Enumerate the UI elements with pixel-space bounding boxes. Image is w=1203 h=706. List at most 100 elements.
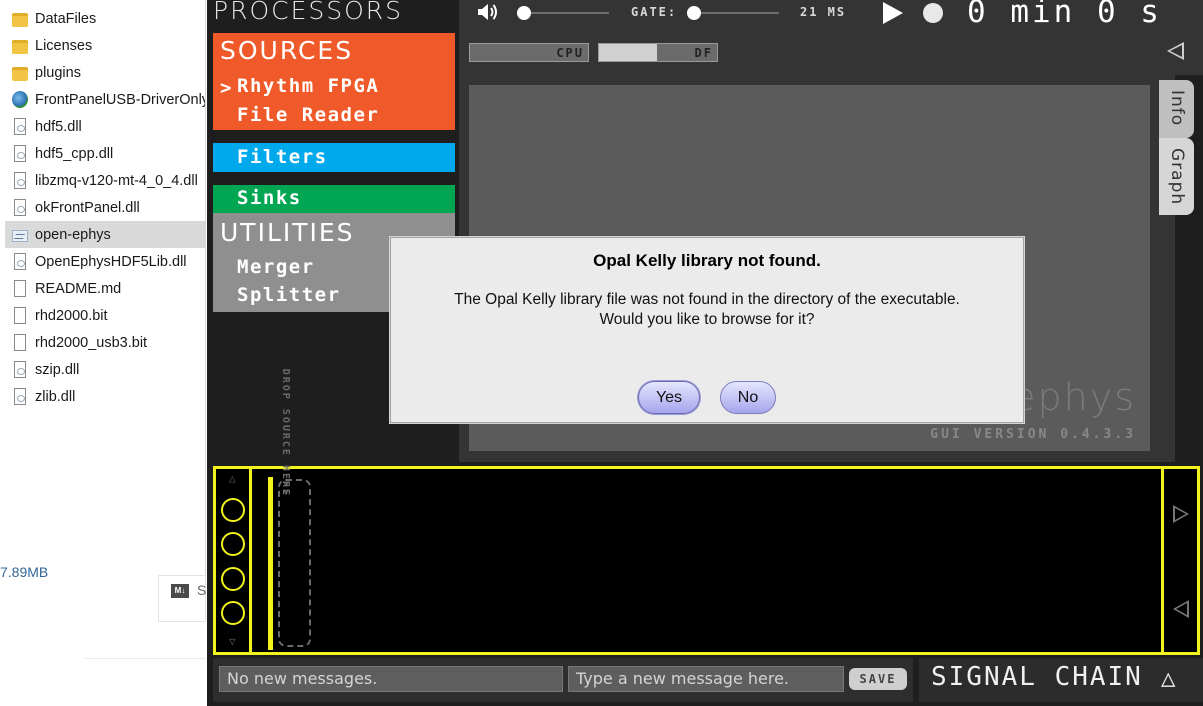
scroll-down-icon[interactable]: ▽ xyxy=(229,635,236,648)
dll-file-icon xyxy=(14,388,26,405)
file-name: plugins xyxy=(35,64,81,81)
drop-source-arrows: >> xyxy=(280,481,291,498)
background-window-fragment: M↓ S xyxy=(158,575,206,622)
dll-file-icon xyxy=(14,253,26,270)
file-name: rhd2000.bit xyxy=(35,307,108,324)
sinks-header[interactable]: Sinks xyxy=(237,187,302,209)
file-name: hdf5.dll xyxy=(35,118,82,135)
divider xyxy=(85,658,206,659)
editor-scroll-column xyxy=(1161,469,1197,652)
gate-label: GATE: xyxy=(631,5,678,19)
play-button[interactable] xyxy=(883,2,903,24)
dll-file-icon xyxy=(14,199,26,216)
signal-chain-slot-3[interactable] xyxy=(221,567,245,591)
file-item-rhd2000-bit[interactable]: rhd2000.bit xyxy=(5,302,205,329)
file-name: okFrontPanel.dll xyxy=(35,199,140,216)
markdown-icon: M↓ xyxy=(171,584,189,598)
document-icon xyxy=(14,334,26,351)
expand-up-icon[interactable]: △ xyxy=(1161,664,1175,692)
dialog-message-line-1: The Opal Kelly library file was not foun… xyxy=(454,291,960,308)
processors-header[interactable]: PROCESSORS xyxy=(213,0,455,25)
scroll-right-icon[interactable] xyxy=(1173,505,1189,523)
file-name: hdf5_cpp.dll xyxy=(35,145,114,162)
dialog-message: The Opal Kelly library file was not foun… xyxy=(391,290,1023,330)
sinks-category[interactable]: Sinks xyxy=(213,185,455,213)
library-not-found-dialog: Opal Kelly library not found. The Opal K… xyxy=(390,237,1024,423)
file-item-open-ephys[interactable]: open-ephys xyxy=(5,221,205,248)
speaker-icon[interactable] xyxy=(477,3,499,21)
disk-space-fill xyxy=(599,44,657,61)
message-input[interactable]: Type a new message here. xyxy=(568,666,844,692)
open-ephys-logo: ephys xyxy=(1012,375,1136,419)
processor-item-splitter[interactable]: Splitter xyxy=(237,284,341,306)
file-item-plugins[interactable]: plugins xyxy=(5,59,205,86)
tab-info-label: Info xyxy=(1167,90,1187,127)
no-button[interactable]: No xyxy=(720,381,776,414)
file-item-rhd2000-usb3-bit[interactable]: rhd2000_usb3.bit xyxy=(5,329,205,356)
drop-source-text: DROP SOURCE HERE xyxy=(280,368,291,498)
file-item-libzmq-dll[interactable]: libzmq-v120-mt-4_0_4.dll xyxy=(5,167,205,194)
disk-space-meter-label: DF xyxy=(694,46,713,60)
processor-item-file-reader[interactable]: File Reader xyxy=(237,104,379,126)
file-explorer-pane: DataFiles Licenses plugins FrontPanelUSB… xyxy=(0,0,206,590)
file-name: zlib.dll xyxy=(35,388,76,405)
dll-file-icon xyxy=(14,172,26,189)
file-name: DataFiles xyxy=(35,10,97,27)
signal-chain-toggle[interactable]: SIGNAL CHAIN △ xyxy=(919,658,1203,702)
installer-icon xyxy=(12,91,28,108)
filters-category[interactable]: Filters xyxy=(213,143,455,172)
file-name: README.md xyxy=(35,280,122,297)
record-button[interactable] xyxy=(923,3,943,23)
folder-icon xyxy=(12,66,28,81)
drop-source-label: DROP SOURCE HERE >> xyxy=(280,369,297,505)
file-item-readme[interactable]: README.md xyxy=(5,275,205,302)
gui-version-label: GUI VERSION 0.4.3.3 xyxy=(930,427,1136,442)
gate-slider-knob[interactable] xyxy=(687,6,701,20)
control-bar: GATE: 21 MS 0 min 0 s CPU DF xyxy=(459,0,1203,75)
utilities-header[interactable]: UTILITIES xyxy=(220,218,355,247)
file-item-okfrontpanel-dll[interactable]: okFrontPanel.dll xyxy=(5,194,205,221)
file-name: Licenses xyxy=(35,37,93,54)
file-item-hdf5-cpp-dll[interactable]: hdf5_cpp.dll xyxy=(5,140,205,167)
message-bar: No new messages. Type a new message here… xyxy=(213,658,913,702)
dll-file-icon xyxy=(14,361,26,378)
scroll-left-icon[interactable] xyxy=(1173,600,1189,618)
sources-header[interactable]: SOURCES xyxy=(220,36,353,65)
processor-item-merger[interactable]: Merger xyxy=(237,256,315,278)
sources-category[interactable]: SOURCES > Rhythm FPGA File Reader xyxy=(213,33,455,130)
signal-chain-editor: △ ▽ DROP SOURCE HERE >> xyxy=(213,369,1200,655)
application-icon xyxy=(12,229,28,242)
volume-slider-knob[interactable] xyxy=(517,6,531,20)
tab-info[interactable]: Info xyxy=(1159,80,1194,138)
file-item-openephyshdf5lib-dll[interactable]: OpenEphysHDF5Lib.dll xyxy=(5,248,205,275)
selected-size-status: 7.89MB xyxy=(0,564,49,580)
signal-chain-slot-1[interactable] xyxy=(221,498,245,522)
signal-chain-slot-2[interactable] xyxy=(221,532,245,556)
signal-chain-tabs: △ ▽ xyxy=(216,469,252,652)
message-status-display: No new messages. xyxy=(219,666,563,692)
file-item-frontpanel-driver[interactable]: FrontPanelUSB-DriverOnly xyxy=(5,86,205,113)
collapse-arrow-icon[interactable] xyxy=(1167,42,1184,60)
disk-space-meter: DF xyxy=(598,43,718,62)
file-item-licenses[interactable]: Licenses xyxy=(5,32,205,59)
tab-graph[interactable]: Graph xyxy=(1159,138,1194,215)
save-message-button[interactable]: SAVE xyxy=(849,668,907,690)
signal-chain-slot-4[interactable] xyxy=(221,601,245,625)
folder-icon xyxy=(12,39,28,54)
file-item-datafiles[interactable]: DataFiles xyxy=(5,5,205,32)
file-item-szip-dll[interactable]: szip.dll xyxy=(5,356,205,383)
signal-chain-insert-marker xyxy=(268,477,273,650)
scroll-up-icon[interactable]: △ xyxy=(229,472,236,485)
signal-chain-label: SIGNAL CHAIN xyxy=(931,662,1143,692)
dialog-message-line-2: Would you like to browse for it? xyxy=(599,311,815,328)
file-name: open-ephys xyxy=(35,226,111,243)
filters-header[interactable]: Filters xyxy=(237,146,328,168)
cpu-meter: CPU xyxy=(469,43,589,62)
file-name: rhd2000_usb3.bit xyxy=(35,334,148,351)
drop-source-zone[interactable]: DROP SOURCE HERE >> xyxy=(278,369,311,647)
processor-item-rhythm-fpga[interactable]: Rhythm FPGA xyxy=(237,75,379,97)
cpu-meter-label: CPU xyxy=(556,46,584,60)
file-item-hdf5-dll[interactable]: hdf5.dll xyxy=(5,113,205,140)
yes-button[interactable]: Yes xyxy=(638,381,700,414)
file-item-zlib-dll[interactable]: zlib.dll xyxy=(5,383,205,410)
